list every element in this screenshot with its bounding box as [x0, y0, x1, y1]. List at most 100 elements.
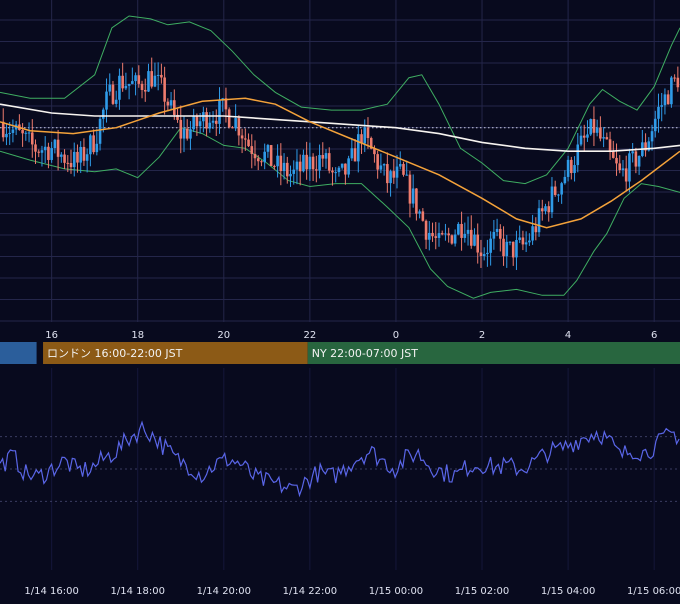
candle-body	[131, 81, 134, 84]
candle-body	[140, 83, 144, 90]
candle-body	[37, 151, 41, 153]
session-rect	[0, 342, 37, 364]
candle-body	[521, 237, 525, 245]
candle-body	[563, 176, 567, 184]
candle-body	[618, 163, 622, 171]
candle-body	[602, 137, 605, 139]
candle	[214, 109, 218, 136]
candle	[382, 163, 386, 176]
candle-body	[182, 128, 186, 139]
candle-body	[553, 186, 557, 195]
candle-body	[592, 119, 596, 133]
candle-body	[331, 170, 334, 173]
candle	[344, 163, 347, 185]
candle-body	[211, 120, 215, 123]
candle	[437, 222, 441, 247]
candle-body	[447, 233, 450, 236]
candle	[589, 118, 592, 136]
candle	[127, 83, 131, 100]
candle	[595, 119, 599, 137]
candle	[202, 106, 205, 133]
candle-body	[311, 156, 315, 170]
candle-body	[444, 233, 447, 235]
candle-body	[347, 158, 350, 175]
candle	[50, 141, 53, 163]
candle-body	[340, 163, 344, 168]
candle	[489, 231, 492, 266]
candle-body	[534, 226, 538, 233]
candle	[324, 149, 328, 169]
candle	[98, 116, 102, 151]
oscillator-grid	[0, 368, 680, 570]
candle	[505, 234, 509, 268]
candle-body	[482, 254, 486, 257]
candle	[30, 119, 34, 158]
candle	[289, 165, 292, 187]
candle	[563, 170, 567, 185]
candle	[205, 107, 208, 137]
candle	[469, 215, 473, 249]
candle	[63, 149, 66, 170]
candle-body	[208, 122, 212, 129]
candle	[53, 138, 57, 154]
candle-body	[676, 77, 680, 88]
candle	[295, 149, 299, 185]
candle-body	[279, 155, 283, 172]
candle-body	[114, 99, 118, 104]
candle	[353, 139, 357, 162]
candle	[121, 62, 124, 92]
candle-body	[8, 132, 11, 134]
candle-body	[508, 241, 512, 243]
candle	[253, 140, 257, 166]
candle	[670, 75, 673, 108]
candle-body	[663, 94, 667, 106]
candle	[634, 147, 638, 174]
candle	[72, 142, 76, 177]
candle-body	[30, 132, 34, 145]
candle	[450, 234, 454, 245]
candle-body	[621, 168, 625, 171]
candle-body	[624, 168, 628, 182]
candle	[224, 87, 228, 123]
candle-body	[608, 139, 612, 151]
candle-body	[650, 131, 654, 142]
candle-body	[266, 145, 270, 152]
candle-body	[476, 234, 480, 253]
candle-body	[95, 143, 99, 153]
candle	[502, 226, 505, 266]
candle	[118, 68, 121, 110]
candle-body	[47, 146, 50, 160]
candle-body	[108, 84, 112, 92]
candle	[621, 160, 625, 177]
candle-body	[492, 231, 496, 239]
candle	[211, 111, 215, 130]
candle-body	[285, 162, 289, 177]
candle	[347, 155, 350, 178]
candle-body	[240, 135, 244, 139]
candle	[540, 199, 544, 221]
candle	[676, 66, 680, 92]
candle	[415, 188, 418, 221]
candle-body	[231, 127, 234, 129]
session-bar: ロンドン 16:00-22:00 JST NY 22:00-07:00 JST	[0, 342, 680, 364]
candle	[560, 181, 563, 204]
candle-body	[227, 109, 231, 128]
candle-body	[434, 236, 438, 238]
candle	[318, 144, 321, 179]
candle	[244, 128, 247, 151]
candle	[218, 87, 221, 134]
candle	[1, 108, 5, 142]
candle-body	[363, 127, 367, 144]
time-tick-label: 1/14 16:00	[24, 586, 78, 597]
candle-body	[185, 128, 189, 139]
candle-body	[528, 240, 531, 243]
candle	[637, 155, 641, 175]
candle	[250, 134, 254, 169]
candle	[298, 154, 302, 186]
candle-body	[334, 172, 337, 174]
candle-body	[670, 77, 673, 105]
candle-body	[376, 154, 379, 170]
candle	[657, 93, 660, 133]
hour-tick-label: 0	[393, 330, 399, 341]
candle-body	[531, 226, 534, 241]
